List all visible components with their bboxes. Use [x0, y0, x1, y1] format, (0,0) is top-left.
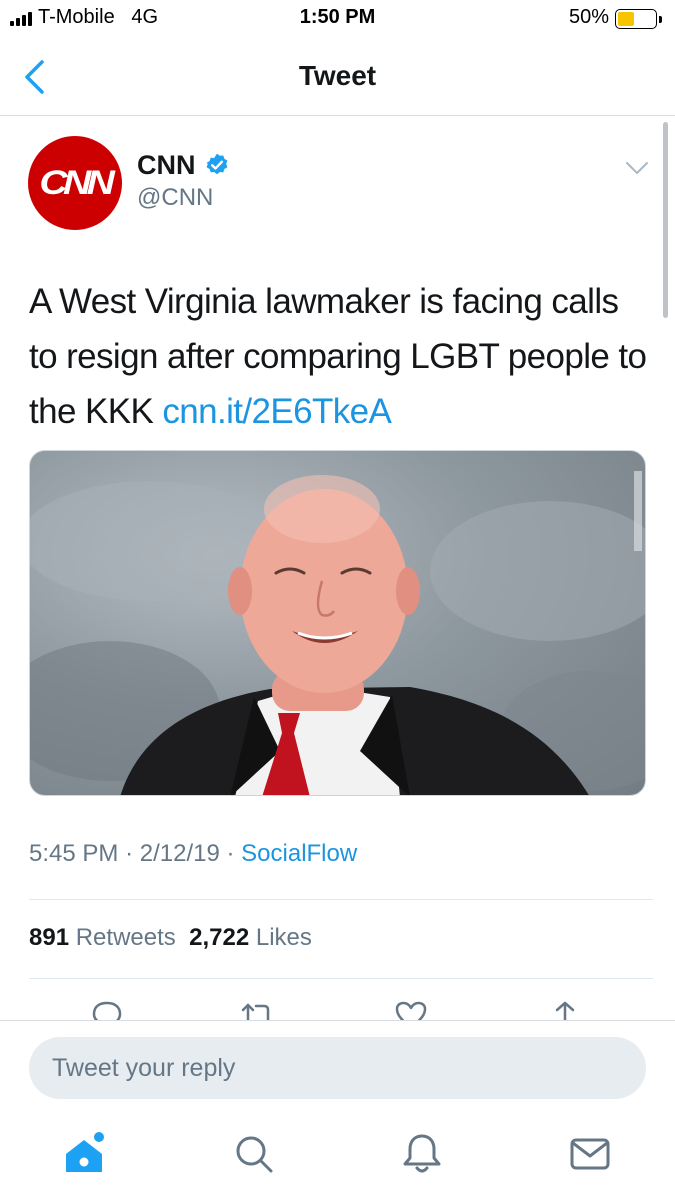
- tab-bar: [0, 1112, 675, 1200]
- avatar[interactable]: CNN: [28, 136, 122, 230]
- reply-icon[interactable]: [90, 1000, 124, 1020]
- likes-count: 2,722: [189, 924, 250, 951]
- tweet-photo[interactable]: [29, 450, 646, 796]
- tweet-link[interactable]: cnn.it/2E6TkeA: [162, 392, 392, 431]
- likes-label: Likes: [255, 924, 312, 951]
- avatar-logo-text: CNN: [39, 163, 115, 202]
- home-icon[interactable]: [62, 1132, 106, 1176]
- tweet-stats: 891 Retweets 2,722 Likes: [29, 924, 312, 952]
- reply-input[interactable]: [29, 1037, 646, 1099]
- scrollbar[interactable]: [663, 122, 668, 318]
- chevron-down-icon[interactable]: [624, 160, 650, 176]
- battery-percent: 50%: [568, 6, 609, 28]
- author-handle[interactable]: @CNN: [137, 184, 213, 212]
- like-icon[interactable]: [394, 1000, 428, 1020]
- tweet-source-link[interactable]: SocialFlow: [241, 840, 357, 867]
- tweet-time: 5:45 PM: [29, 840, 119, 867]
- author-display-name[interactable]: CNN: [137, 150, 196, 181]
- notifications-icon[interactable]: [400, 1132, 444, 1176]
- retweets-count: 891: [29, 924, 70, 951]
- tweet-actions: [0, 996, 675, 1020]
- photo-illustration: [30, 471, 645, 795]
- retweets-stat[interactable]: 891 Retweets: [29, 924, 176, 951]
- retweets-label: Retweets: [75, 924, 176, 951]
- tweet-text: A West Virginia lawmaker is facing calls…: [29, 274, 649, 439]
- tweet-timestamp: 5:45 PM · 2/12/19 · SocialFlow: [29, 840, 357, 868]
- meta-separator: ·: [125, 840, 134, 867]
- messages-icon[interactable]: [568, 1132, 612, 1176]
- page-title: Tweet: [298, 60, 377, 91]
- reply-bar: [0, 1020, 675, 1112]
- status-bar: T-Mobile 4G 1:50 PM 50%: [0, 0, 675, 40]
- share-icon[interactable]: [548, 1000, 582, 1020]
- verified-badge-icon: [206, 153, 228, 175]
- battery-icon: [615, 9, 662, 29]
- divider: [29, 899, 653, 900]
- divider: [29, 978, 653, 979]
- likes-stat[interactable]: 2,722 Likes: [189, 924, 312, 951]
- retweet-icon[interactable]: [240, 1000, 274, 1020]
- meta-separator: ·: [226, 840, 235, 867]
- tweet-date: 2/12/19: [139, 840, 220, 867]
- search-icon[interactable]: [232, 1132, 276, 1176]
- nav-bar: Tweet: [0, 40, 675, 116]
